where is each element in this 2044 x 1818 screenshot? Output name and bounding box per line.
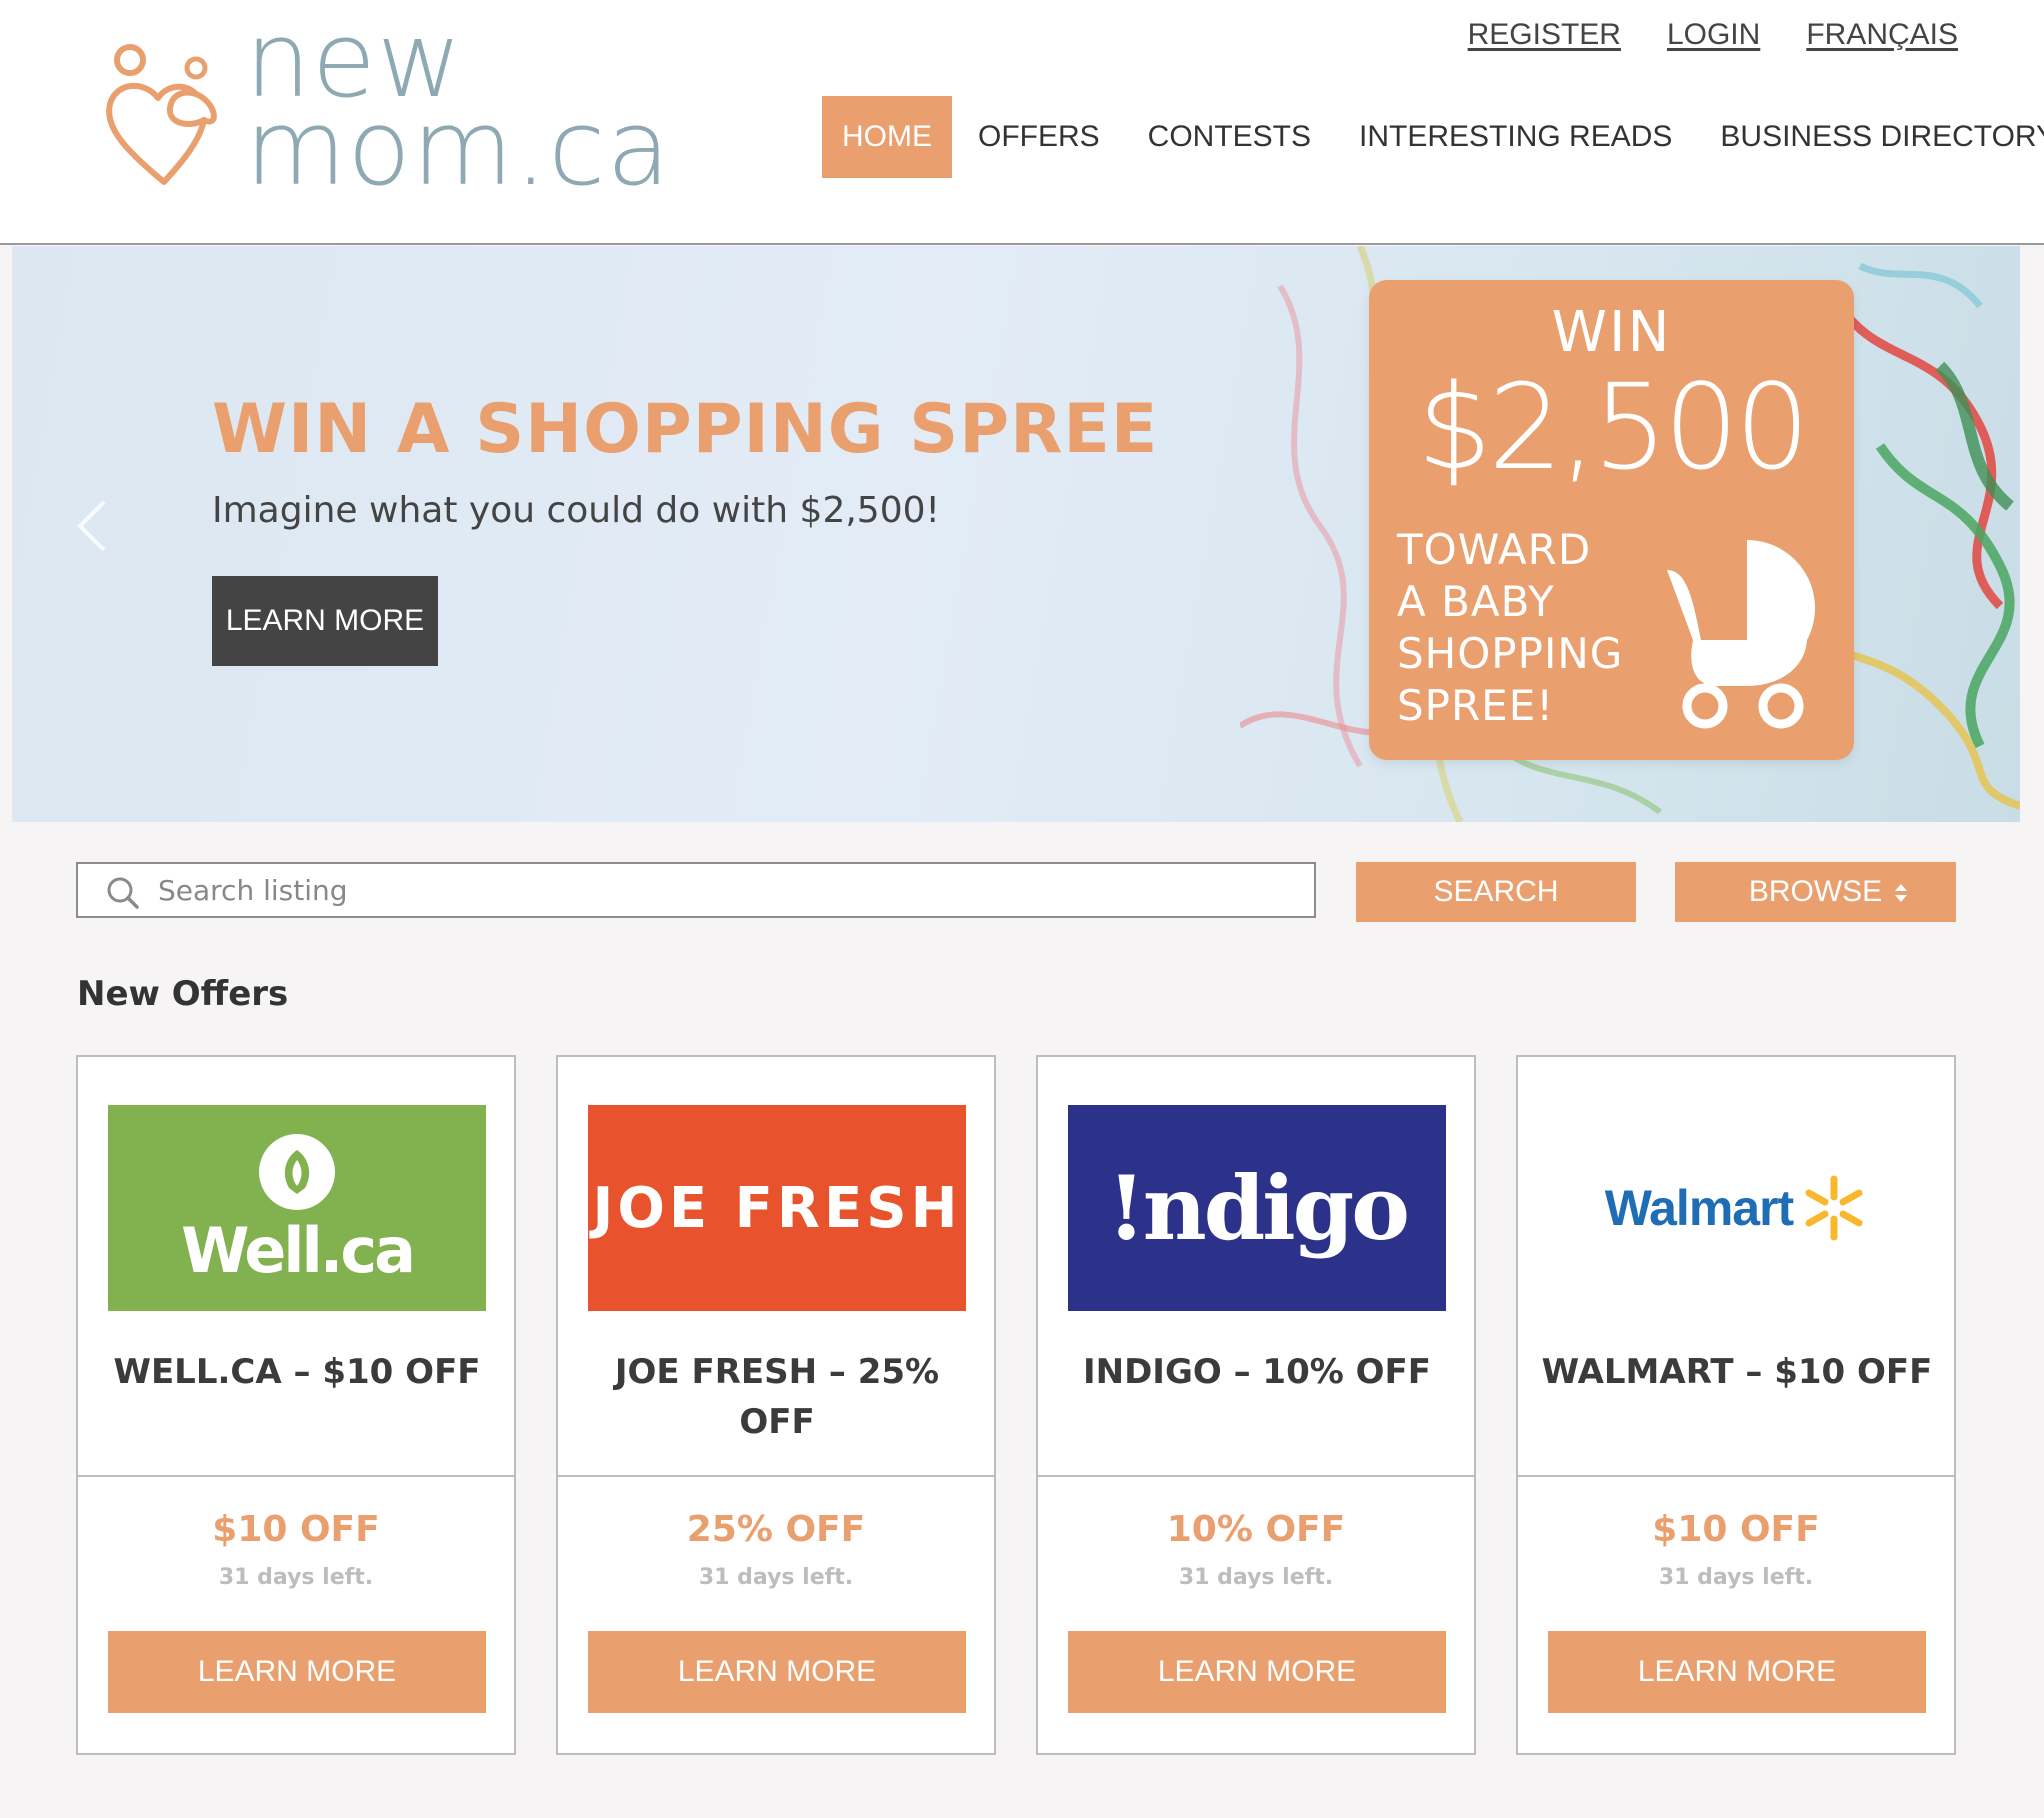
indigo-logo[interactable]: !ndigo	[1068, 1105, 1446, 1311]
card-divider	[558, 1475, 994, 1477]
indigo-logo-text: !ndigo	[1107, 1156, 1410, 1260]
wellca-logo[interactable]: Well.ca	[108, 1105, 486, 1311]
offer-card-wellca: Well.ca WELL.CA – $10 OFF $10 OFF 31 day…	[76, 1055, 516, 1755]
login-link[interactable]: LOGIN	[1667, 18, 1760, 52]
card-divider	[1518, 1475, 1954, 1477]
nav-offers[interactable]: OFFERS	[956, 96, 1122, 178]
promo-badge: WIN $2,500 TOWARD A BABY SHOPPING SPREE!	[1369, 280, 1854, 760]
offer-days-left: 31 days left.	[1658, 1565, 1814, 1590]
register-link[interactable]: REGISTER	[1468, 18, 1621, 52]
promo-line-1: TOWARD	[1397, 525, 1592, 574]
stroller-icon	[1667, 540, 1815, 729]
card-divider	[1038, 1475, 1474, 1477]
offer-learn-more-button[interactable]: LEARN MORE	[108, 1631, 486, 1713]
utility-links: REGISTER LOGIN FRANÇAIS	[1468, 18, 1958, 52]
site-logo[interactable]: new mom.ca	[100, 8, 670, 202]
offer-days-left: 31 days left.	[1178, 1565, 1334, 1590]
browse-button-label: BROWSE	[1748, 875, 1883, 908]
nav-contests[interactable]: CONTESTS	[1126, 96, 1333, 178]
offer-card-walmart: Walmart WALMART – $10 OFF $10 OFF 31 day…	[1516, 1055, 1956, 1755]
offer-card-joe-fresh: JOE FRESH JOE FRESH – 25% OFF 25% OFF 31…	[556, 1055, 996, 1755]
offer-title: WALMART – $10 OFF	[1541, 1352, 1933, 1392]
wellca-logo-text: Well.ca	[181, 1213, 416, 1287]
offer-title: WELL.CA – $10 OFF	[113, 1352, 481, 1392]
nav-business-directory[interactable]: BUSINESS DIRECTORY	[1698, 96, 2044, 178]
hero-banner: WIN A SHOPPING SPREE Imagine what you co…	[12, 246, 2020, 822]
joe-fresh-logo[interactable]: JOE FRESH	[588, 1105, 966, 1311]
heart-mom-baby-icon	[106, 44, 217, 185]
promo-description: TOWARD A BABY SHOPPING SPREE!	[1397, 524, 1623, 732]
hero-subtitle: Imagine what you could do with $2,500!	[212, 490, 940, 531]
search-button[interactable]: SEARCH	[1356, 862, 1636, 922]
promo-line-4: SPREE!	[1397, 681, 1555, 730]
walmart-spark-icon	[1805, 1175, 1863, 1241]
sort-arrows-icon	[1895, 884, 1907, 902]
nav-interesting-reads[interactable]: INTERESTING READS	[1337, 96, 1694, 178]
offer-days-left: 31 days left.	[218, 1565, 374, 1590]
nav-home[interactable]: HOME	[822, 96, 952, 178]
offer-days-left: 31 days left.	[698, 1565, 854, 1590]
offer-discount: $10 OFF	[212, 1509, 380, 1550]
hero-learn-more-button[interactable]: LEARN MORE	[212, 576, 438, 666]
joe-fresh-logo-text: JOE FRESH	[592, 1175, 962, 1241]
carousel-prev-arrow-icon[interactable]	[74, 498, 110, 554]
offer-card-indigo: !ndigo INDIGO – 10% OFF 10% OFF 31 days …	[1036, 1055, 1476, 1755]
language-link[interactable]: FRANÇAIS	[1806, 18, 1958, 52]
search-field-container	[76, 862, 1316, 918]
search-icon	[107, 877, 139, 909]
offer-discount: 10% OFF	[1166, 1509, 1346, 1550]
new-offers-heading: New Offers	[77, 974, 289, 1014]
logo-wordmark: new mom.ca	[245, 8, 672, 209]
walmart-logo[interactable]: Walmart	[1548, 1105, 1926, 1311]
promo-win-label: WIN	[1551, 300, 1672, 365]
offer-discount: $10 OFF	[1652, 1509, 1820, 1550]
offer-learn-more-button[interactable]: LEARN MORE	[588, 1631, 966, 1713]
offer-learn-more-button[interactable]: LEARN MORE	[1068, 1631, 1446, 1713]
walmart-logo-text: Walmart	[1604, 1180, 1794, 1236]
logo-line-2: mom.ca	[245, 87, 672, 209]
search-input[interactable]	[156, 868, 1296, 912]
offer-title: INDIGO – 10% OFF	[1082, 1352, 1432, 1392]
offer-title: JOE FRESH – 25% OFF	[614, 1352, 940, 1442]
hero-title: WIN A SHOPPING SPREE	[212, 390, 1159, 469]
offer-learn-more-button[interactable]: LEARN MORE	[1548, 1631, 1926, 1713]
promo-amount: $2,500	[1417, 358, 1810, 496]
site-header: new mom.ca REGISTER LOGIN FRANÇAIS HOME …	[0, 0, 2044, 245]
main-navigation: HOME OFFERS CONTESTS INTERESTING READS B…	[822, 96, 2044, 178]
tulip-icon	[259, 1133, 335, 1210]
promo-line-3: SHOPPING	[1397, 629, 1624, 678]
card-divider	[78, 1475, 514, 1477]
browse-button[interactable]: BROWSE	[1675, 862, 1956, 922]
offer-discount: 25% OFF	[686, 1509, 866, 1550]
promo-line-2: A BABY	[1397, 577, 1555, 626]
